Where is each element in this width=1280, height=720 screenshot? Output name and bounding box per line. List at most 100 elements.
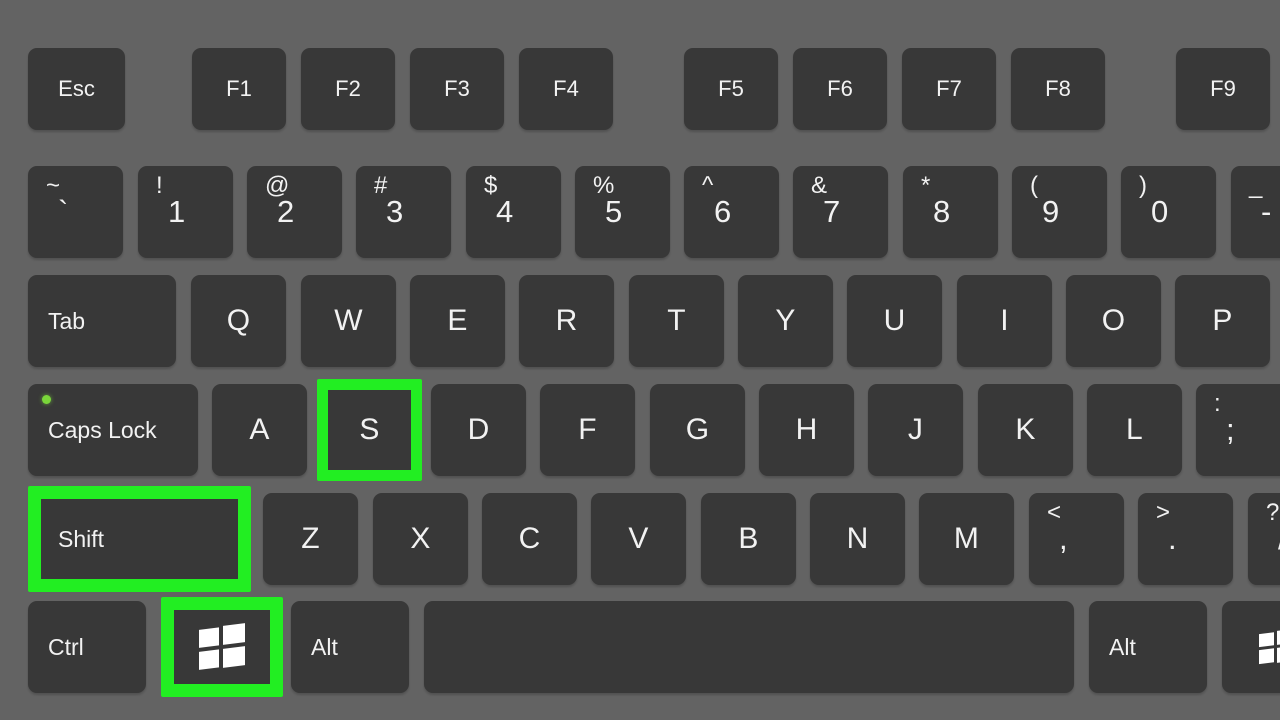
digit-9-key[interactable]: (9 [1012,166,1107,258]
key-l-key[interactable]: L [1087,384,1182,476]
shift-key[interactable]: Shift [38,493,241,585]
key-p-label: P [1212,304,1233,337]
digit-5-legend: 5 [605,194,623,229]
comma-legend: , [1059,521,1068,556]
key-r-key[interactable]: R [519,275,614,367]
key-p-key[interactable]: P [1175,275,1270,367]
key-s-key[interactable]: S [322,384,417,476]
period-legend: . [1168,521,1177,556]
digit-6-key[interactable]: ^ 6 [684,166,779,258]
key-a-key[interactable]: A [212,384,307,476]
digit-7-legend: 7 [823,194,841,229]
f2-label: F2 [335,76,361,101]
f7-key[interactable]: F7 [902,48,996,130]
key-i-label: I [1000,304,1009,337]
f5-key[interactable]: F5 [684,48,778,130]
ctrl-left-label: Ctrl [48,633,84,660]
windows-logo-pane-bl [1259,648,1274,665]
key-e-key[interactable]: E [410,275,505,367]
key-c-key[interactable]: C [482,493,577,585]
key-w-key[interactable]: W [301,275,396,367]
key-u-key[interactable]: U [847,275,942,367]
caps-lock-label: Caps Lock [48,416,157,443]
digit-4-legend: 4 [496,194,514,229]
windows-key-right[interactable] [1222,601,1280,693]
period-key[interactable]: >. [1138,493,1233,585]
key-t-label: T [667,304,686,337]
key-x-key[interactable]: X [373,493,468,585]
f3-key[interactable]: F3 [410,48,504,130]
key-j-label: J [907,413,924,446]
semicolon-legend: ; [1226,412,1235,447]
key-b-label: B [738,522,759,555]
key-d-key[interactable]: D [431,384,526,476]
ctrl-left-key[interactable]: Ctrl [28,601,146,693]
windows-logo-icon [1259,628,1280,665]
digit-6-shift-legend: ^ [702,172,714,199]
f2-key[interactable]: F2 [301,48,395,130]
alt-left-key[interactable]: Alt [291,601,409,693]
key-y-label: Y [775,304,796,337]
digit-8-legend: 8 [933,194,951,229]
key-w-label: W [334,304,363,337]
key-e-label: E [447,304,468,337]
digit-9-legend: 9 [1042,194,1060,229]
backtick-key[interactable]: ~ ` [28,166,123,258]
key-q-key[interactable]: Q [191,275,286,367]
digit-5-key[interactable]: % 5 [575,166,670,258]
f4-key[interactable]: F4 [519,48,613,130]
key-r-label: R [555,304,578,337]
key-t-key[interactable]: T [629,275,724,367]
semicolon-shift-legend: : [1214,390,1221,417]
key-z-key[interactable]: Z [263,493,358,585]
minus-legend: - [1261,194,1272,229]
esc-key[interactable]: Esc [28,48,125,130]
windows-key-left[interactable] [168,601,276,693]
f1-label: F1 [226,76,252,101]
key-k-key[interactable]: K [978,384,1073,476]
caps-lock-led-icon [42,395,51,404]
digit-1-key[interactable]: ! 1 [138,166,233,258]
semicolon-key[interactable]: :; [1196,384,1280,476]
key-g-key[interactable]: G [650,384,745,476]
key-m-key[interactable]: M [919,493,1014,585]
space-key[interactable] [424,601,1074,693]
digit-8-key[interactable]: * 8 [903,166,998,258]
windows-logo-pane-br [223,646,245,668]
comma-key[interactable]: <, [1029,493,1124,585]
digit-0-key[interactable]: ) 0 [1121,166,1216,258]
alt-left-label: Alt [311,633,338,660]
digit-4-key[interactable]: $4 [466,166,561,258]
f8-key[interactable]: F8 [1011,48,1105,130]
digit-3-key[interactable]: #3 [356,166,451,258]
alt-right-key[interactable]: Alt [1089,601,1207,693]
key-o-label: O [1101,304,1126,337]
key-m-label: M [953,522,980,555]
windows-logo-icon [199,623,245,671]
key-v-key[interactable]: V [591,493,686,585]
minus-key[interactable]: _ - [1231,166,1280,258]
f6-key[interactable]: F6 [793,48,887,130]
f1-key[interactable]: F1 [192,48,286,130]
slash-key[interactable]: ?/ [1248,493,1280,585]
key-u-label: U [883,304,906,337]
digit-0-legend: 0 [1151,194,1169,229]
tab-key[interactable]: Tab [28,275,176,367]
key-h-key[interactable]: H [759,384,854,476]
key-i-key[interactable]: I [957,275,1052,367]
esc-label: Esc [58,76,95,101]
key-j-key[interactable]: J [868,384,963,476]
digit-7-key[interactable]: & 7 [793,166,888,258]
f9-key[interactable]: F9 [1176,48,1270,130]
key-o-key[interactable]: O [1066,275,1161,367]
key-y-key[interactable]: Y [738,275,833,367]
key-f-key[interactable]: F [540,384,635,476]
key-n-key[interactable]: N [810,493,905,585]
key-l-label: L [1126,413,1143,446]
key-x-label: X [410,522,431,555]
key-b-key[interactable]: B [701,493,796,585]
caps-lock-key[interactable]: Caps Lock [28,384,198,476]
f3-label: F3 [444,76,470,101]
key-h-label: H [795,413,818,446]
digit-2-key[interactable]: @2 [247,166,342,258]
